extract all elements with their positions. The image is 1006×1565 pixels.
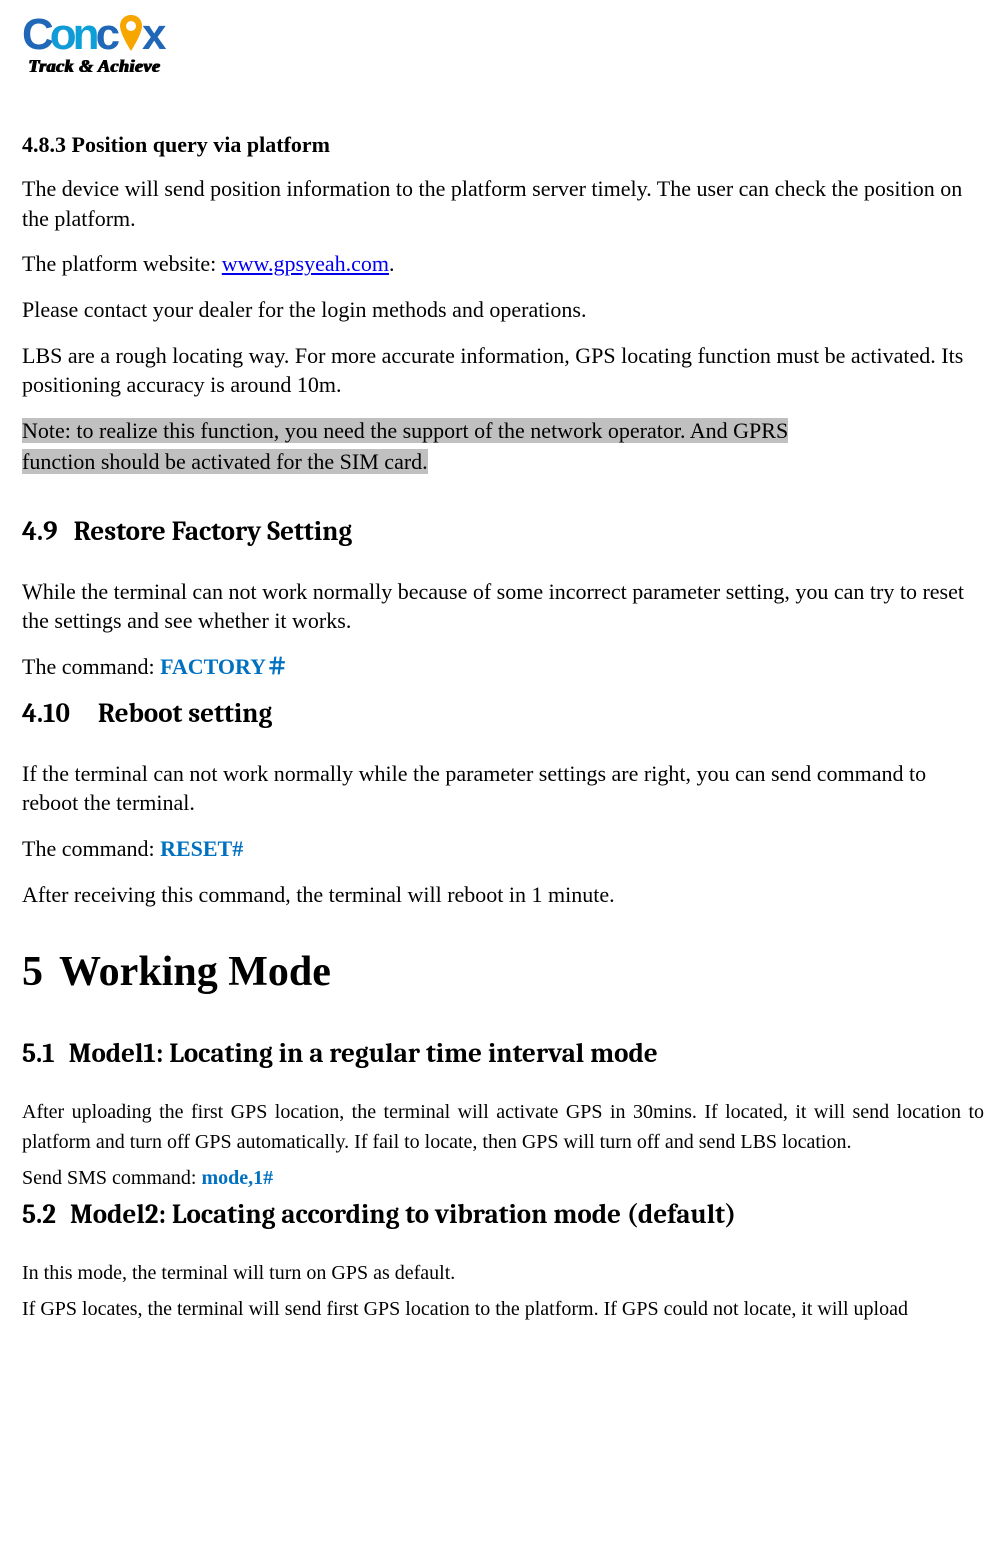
logo-letter-c: C (22, 10, 52, 60)
section-title: Model2: Locating according to vibration … (70, 1199, 736, 1230)
command-text: RESET# (160, 836, 243, 861)
paragraph: Send SMS command: mode,1# (22, 1163, 984, 1193)
text: The platform website: (22, 251, 222, 276)
heading-4-10: 4.10 Reboot setting (22, 698, 984, 729)
paragraph: The command: RESET# (22, 834, 984, 864)
brand-wordmark: C o n c x (22, 10, 165, 60)
paragraph: Please contact your dealer for the login… (22, 295, 984, 325)
command-text: FACTORY＃ (160, 654, 288, 679)
document-page: C o n c x Track & Achieve 4.8.3 Position… (0, 0, 1006, 1350)
section-number: 5 (22, 949, 43, 995)
command-text: mode,1# (201, 1167, 273, 1189)
logo-letter-c2: c (96, 10, 118, 60)
paragraph: After receiving this command, the termin… (22, 880, 984, 910)
section-title: Reboot setting (98, 698, 272, 729)
brand-tagline: Track & Achieve (22, 56, 165, 77)
heading-5-2: 5.2 Model2: Locating according to vibrati… (22, 1199, 984, 1230)
text: The command: (22, 654, 160, 679)
note-callout: Note: to realize this function, you need… (22, 416, 984, 478)
paragraph: LBS are a rough locating way. For more a… (22, 341, 984, 400)
section-title: Restore Factory Setting (74, 516, 353, 547)
section-title: Model1: Locating in a regular time inter… (69, 1038, 658, 1069)
heading-4-8-3: 4.8.3 Position query via platform (22, 132, 984, 158)
heading-4-9: 4.9 Restore Factory Setting (22, 516, 984, 547)
section-number: 5.1 (22, 1038, 55, 1069)
section-number: 5.2 (22, 1199, 56, 1230)
highlighted-text: function should be activated for the SIM… (22, 449, 428, 474)
brand-logo: C o n c x Track & Achieve (22, 10, 165, 77)
section-number: 4.9 (22, 516, 58, 547)
paragraph: In this mode, the terminal will turn on … (22, 1258, 984, 1288)
paragraph: If the terminal can not work normally wh… (22, 759, 984, 818)
heading-5: 5 Working Mode (22, 948, 984, 996)
map-pin-icon (118, 13, 144, 57)
section-number: 4.10 (22, 698, 70, 729)
highlighted-text: Note: to realize this function, you need… (22, 418, 788, 443)
logo-letter-n: n (73, 10, 98, 60)
paragraph: The platform website: www.gpsyeah.com. (22, 249, 984, 279)
section-title: Working Mode (59, 949, 331, 995)
text: Send SMS command: (22, 1167, 201, 1189)
paragraph: While the terminal can not work normally… (22, 577, 984, 636)
paragraph: The command: FACTORY＃ (22, 652, 984, 682)
text: . (389, 251, 395, 276)
paragraph: After uploading the first GPS location, … (22, 1097, 984, 1157)
heading-5-1: 5.1 Model1: Locating in a regular time in… (22, 1038, 984, 1069)
paragraph: The device will send position informatio… (22, 174, 984, 233)
logo-letter-x: x (142, 10, 164, 60)
paragraph: If GPS locates, the terminal will send f… (22, 1294, 984, 1324)
platform-link[interactable]: www.gpsyeah.com (222, 251, 389, 276)
logo-letter-o: o (50, 10, 75, 60)
text: The command: (22, 836, 160, 861)
